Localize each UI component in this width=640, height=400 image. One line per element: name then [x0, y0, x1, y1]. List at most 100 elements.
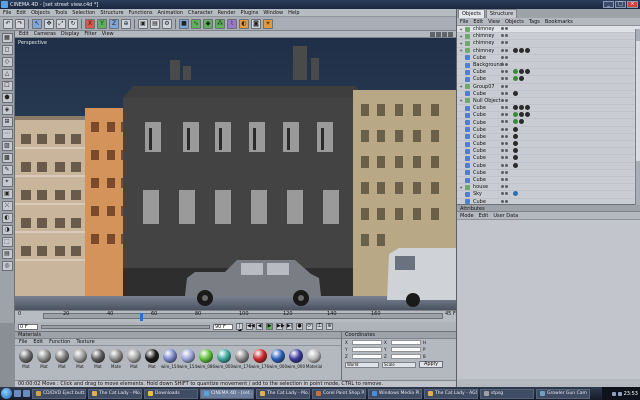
object-name[interactable]: Cube — [473, 91, 486, 97]
viewport-menu-view[interactable]: View — [102, 31, 114, 37]
y-axis-icon[interactable]: Y — [97, 18, 107, 29]
taskbar-button[interactable]: The Cat Lady - Mo... — [88, 388, 142, 399]
object-name[interactable]: Cube — [473, 76, 486, 82]
object-row[interactable]: + chimney — [457, 26, 640, 34]
move-icon[interactable]: ✥ — [44, 18, 54, 29]
render-visibility-dot[interactable] — [505, 163, 508, 167]
editor-visibility-dot[interactable] — [501, 163, 504, 167]
play-button[interactable]: ▶ — [266, 323, 273, 330]
editor-visibility-dot[interactable] — [501, 48, 504, 52]
object-row[interactable]: Cube — [457, 141, 640, 149]
attributes-menu-edit[interactable]: Edit — [479, 213, 489, 219]
perspective-viewport[interactable]: Perspective — [15, 38, 456, 310]
visibility-dots-icon[interactable] — [501, 84, 508, 88]
menu-tools[interactable]: Tools — [55, 10, 67, 16]
object-row[interactable]: Cube — [457, 177, 640, 185]
menu-selection[interactable]: Selection — [72, 10, 95, 16]
size-y-field[interactable] — [391, 347, 421, 352]
visibility-dots-icon[interactable] — [501, 156, 508, 160]
edges-mode-icon[interactable]: ☐ — [1, 81, 13, 91]
timeline-scrubber[interactable] — [140, 313, 143, 321]
editor-visibility-dot[interactable] — [501, 70, 504, 74]
material-menu-edit[interactable]: Edit — [33, 339, 43, 345]
editor-visibility-dot[interactable] — [501, 177, 504, 181]
tab-objects[interactable]: Objects — [458, 9, 485, 18]
object-name[interactable]: Cube — [473, 170, 486, 176]
prev-key-button[interactable]: ◀◀ — [246, 323, 255, 330]
material-swatch[interactable]: wire_000 — [269, 349, 287, 369]
object-name[interactable]: chimney — [473, 26, 494, 32]
menu-plugins[interactable]: Plugins — [240, 10, 258, 16]
zoom-icon[interactable] — [436, 32, 441, 37]
material-swatch[interactable]: Mat — [144, 349, 160, 369]
tweak-mode-icon[interactable]: ⊞ — [1, 117, 13, 127]
menu-window[interactable]: Window — [263, 10, 283, 16]
object-name[interactable]: house — [473, 184, 488, 190]
object-row[interactable]: Cube — [457, 105, 640, 113]
material-menu-file[interactable]: File — [19, 339, 27, 345]
texture-mode-icon[interactable]: ◇ — [1, 57, 13, 67]
visibility-dots-icon[interactable] — [501, 98, 508, 102]
object-row[interactable]: + house — [457, 184, 640, 192]
visibility-dots-icon[interactable] — [501, 120, 508, 124]
expand-toggle-icon[interactable]: + — [459, 98, 463, 103]
visibility-dots-icon[interactable] — [501, 41, 508, 45]
network-icon[interactable] — [611, 391, 616, 396]
editor-visibility-dot[interactable] — [501, 192, 504, 196]
editor-visibility-dot[interactable] — [501, 41, 504, 45]
object-row[interactable]: + Null Object — [457, 98, 640, 106]
render-visibility-dot[interactable] — [505, 48, 508, 52]
tag-icon[interactable] — [519, 119, 524, 125]
expand-toggle-icon[interactable]: + — [459, 34, 463, 39]
tag-icon[interactable] — [519, 69, 524, 75]
menu-functions[interactable]: Functions — [129, 10, 153, 16]
material-swatch[interactable]: Mat — [36, 349, 52, 369]
tag-icon[interactable] — [519, 105, 524, 111]
render-visibility-dot[interactable] — [505, 27, 508, 30]
render-visibility-dot[interactable] — [505, 84, 508, 88]
nurbs-icon[interactable]: ◆ — [203, 18, 213, 29]
editor-visibility-dot[interactable] — [501, 55, 504, 59]
render-visibility-dot[interactable] — [505, 34, 508, 38]
expand-toggle-icon[interactable]: + — [459, 84, 463, 89]
tag-icon[interactable] — [513, 105, 518, 111]
pos-y-field[interactable] — [352, 347, 382, 352]
rotate-icon[interactable]: ↻ — [68, 18, 78, 29]
spline-icon[interactable]: ∿ — [191, 18, 201, 29]
z-axis-icon[interactable]: Z — [109, 18, 119, 29]
expand-toggle-icon[interactable]: + — [459, 27, 463, 32]
bodypaint-mode-icon[interactable]: ▨ — [1, 141, 13, 151]
keyframe-button[interactable]: ⚿ — [316, 323, 323, 330]
clock[interactable]: 23:53 — [624, 391, 638, 397]
editor-visibility-dot[interactable] — [501, 77, 504, 81]
tag-icon[interactable] — [519, 112, 524, 118]
frame-icon[interactable]: ⬚ — [1, 237, 13, 247]
object-row[interactable]: Cube — [457, 90, 640, 98]
visibility-dots-icon[interactable] — [501, 149, 508, 153]
object-row[interactable]: Background — [457, 62, 640, 70]
render-visibility-dot[interactable] — [505, 142, 508, 145]
tag-icon[interactable] — [513, 191, 518, 197]
editor-visibility-dot[interactable] — [501, 98, 504, 102]
taskbar-button[interactable]: Windows Media Pl... — [368, 388, 422, 399]
polygons-mode-icon[interactable]: ⬢ — [1, 93, 13, 103]
object-name[interactable]: Null Object — [473, 98, 501, 104]
model-mode-icon[interactable]: ▦ — [1, 33, 13, 43]
object-name[interactable]: Cube — [473, 112, 486, 118]
size-z-field[interactable] — [391, 354, 421, 359]
editor-visibility-dot[interactable] — [501, 149, 504, 153]
next-key-button[interactable]: ▶▶ — [276, 323, 285, 330]
menu-animation[interactable]: Animation — [157, 10, 183, 16]
paint-icon[interactable]: ✎ — [1, 165, 13, 175]
object-name[interactable]: Cube — [473, 134, 486, 140]
x-axis-icon[interactable]: X — [85, 18, 95, 29]
material-swatch[interactable]: Mat — [90, 349, 106, 369]
viewport-menu-cameras[interactable]: Cameras — [34, 31, 56, 37]
render-visibility-dot[interactable] — [505, 62, 508, 66]
object-row[interactable]: Cube — [457, 55, 640, 62]
visibility-dots-icon[interactable] — [501, 91, 508, 95]
editor-visibility-dot[interactable] — [501, 34, 504, 38]
tag-icon[interactable] — [513, 90, 518, 96]
object-row[interactable]: + Group07 — [457, 84, 640, 91]
object-row[interactable]: Cube — [457, 199, 640, 204]
